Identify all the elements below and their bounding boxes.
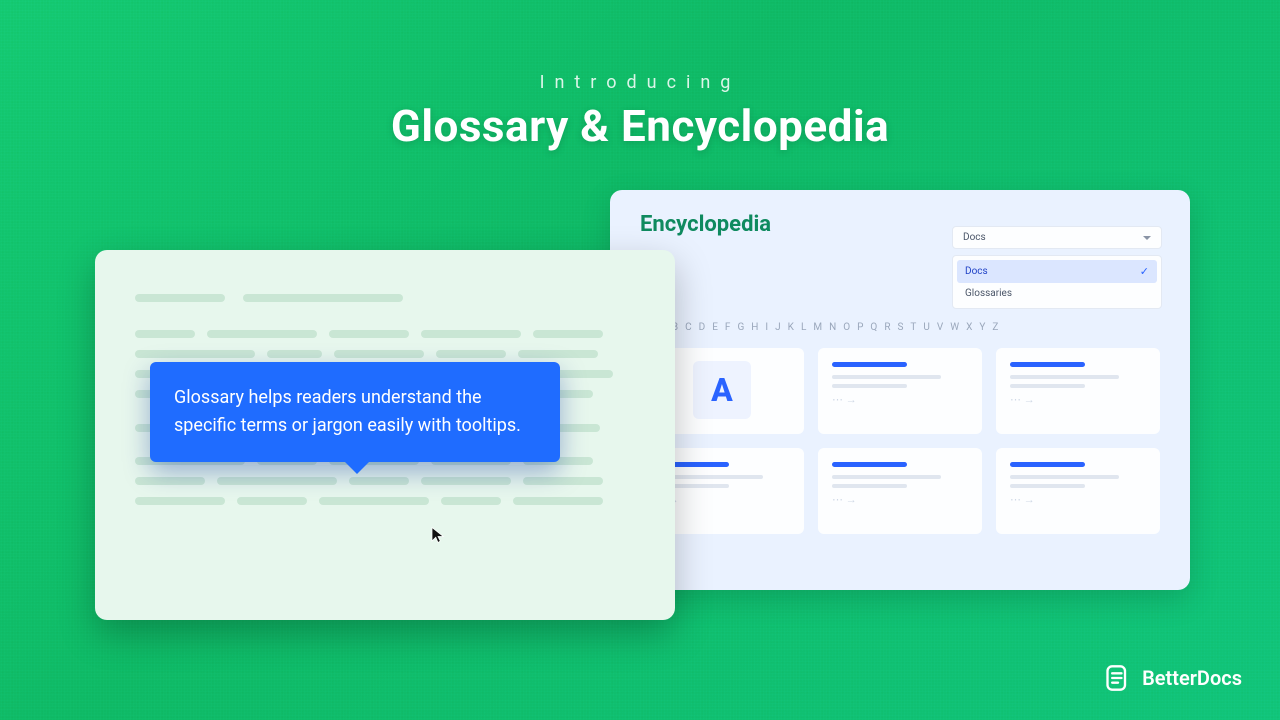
select-option-glossaries[interactable]: Glossaries [957,283,1157,304]
alphabet-letter[interactable]: E [712,322,718,333]
arrow-right-icon: ⋯ → [832,393,968,406]
alphabet-letter[interactable]: C [685,322,692,333]
encyclopedia-panel: Encyclopedia Docs Docs ✓ Glossaries AllA… [610,190,1190,590]
brand-logo: BetterDocs [1104,664,1242,692]
select-option-docs[interactable]: Docs ✓ [957,260,1157,283]
alphabet-letter[interactable]: Z [992,322,998,333]
alphabet-filter: AllABCDEFGHIJKLMNOPQRSTUVWXYZ [640,322,1160,333]
chevron-down-icon [1143,236,1151,240]
alphabet-letter[interactable]: Q [870,322,877,333]
select-option-label: Glossaries [965,288,1012,299]
alphabet-letter[interactable]: H [751,322,758,333]
encyclopedia-cards: A ⋯ → ⋯ → ⋯ → ⋯ → ⋯ → [640,348,1160,534]
article-card[interactable]: ⋯ → [996,348,1160,434]
alphabet-letter[interactable]: O [843,322,850,333]
alphabet-letter[interactable]: R [884,322,890,333]
article-card[interactable]: ⋯ → [818,348,982,434]
cursor-icon [429,526,447,544]
betterdocs-icon [1104,664,1132,692]
glossary-tooltip: Glossary helps readers understand the sp… [150,362,560,462]
alphabet-letter[interactable]: D [699,322,706,333]
arrow-right-icon: ⋯ → [832,493,968,506]
alphabet-letter[interactable]: T [910,322,916,333]
placeholder-line [135,294,225,302]
select-option-label: Docs [965,266,988,277]
alphabet-letter[interactable]: J [775,322,781,333]
placeholder-line [243,294,403,302]
alphabet-letter[interactable]: K [788,322,794,333]
alphabet-letter[interactable]: F [725,322,731,333]
eyebrow-text: Introducing [0,72,1280,93]
page-title: Glossary & Encyclopedia [0,100,1280,152]
arrow-right-icon: ⋯ → [1010,493,1146,506]
alphabet-letter[interactable]: G [737,322,744,333]
article-card[interactable]: ⋯ → [818,448,982,534]
alphabet-letter[interactable]: I [765,322,768,333]
alphabet-letter[interactable]: Y [979,322,985,333]
alphabet-letter[interactable]: W [950,322,959,333]
select-button[interactable]: Docs [952,226,1162,249]
encyclopedia-type-select: Docs Docs ✓ Glossaries [952,226,1162,309]
check-icon: ✓ [1140,265,1149,278]
alphabet-letter[interactable]: S [897,322,903,333]
alphabet-letter[interactable]: V [937,322,943,333]
alphabet-letter[interactable]: P [857,322,863,333]
alphabet-letter[interactable]: N [829,322,836,333]
alphabet-letter[interactable]: U [923,322,929,333]
alphabet-letter[interactable]: X [966,322,972,333]
brand-name: BetterDocs [1142,666,1242,690]
select-value: Docs [963,232,986,243]
alphabet-letter[interactable]: L [801,322,806,333]
select-dropdown: Docs ✓ Glossaries [952,255,1162,309]
arrow-right-icon: ⋯ → [1010,393,1146,406]
alphabet-letter[interactable]: M [813,322,822,333]
featured-letter: A [693,361,751,419]
article-card[interactable]: ⋯ → [996,448,1160,534]
